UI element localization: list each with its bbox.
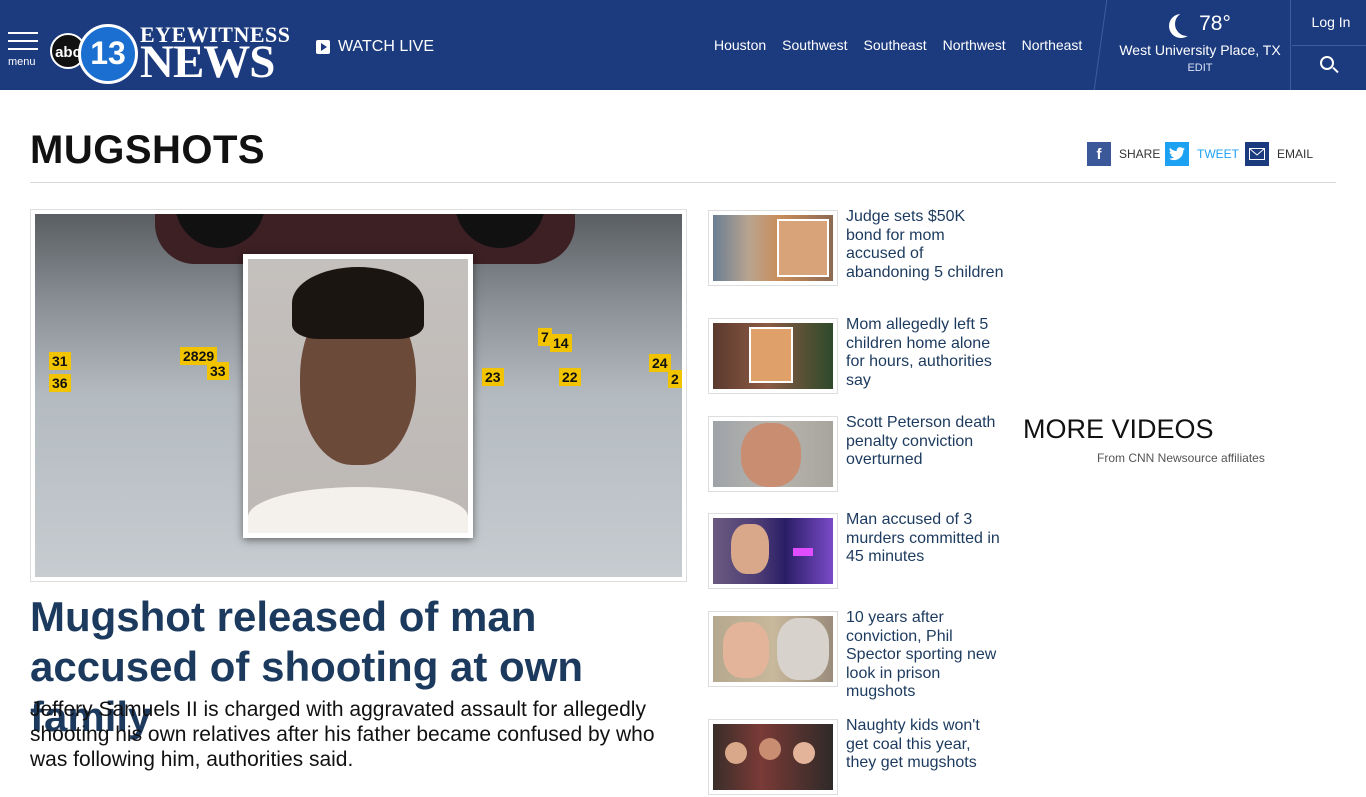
story-item[interactable]: Judge sets $50K bond for mom accused of …	[708, 208, 1008, 288]
car-wheel	[455, 214, 545, 248]
story-item[interactable]: Mom allegedly left 5 children home alone…	[708, 316, 1008, 396]
facebook-share-label: SHARE	[1119, 147, 1161, 161]
facebook-icon: f	[1087, 142, 1111, 166]
evidence-marker: 33	[207, 362, 229, 380]
abc13-logo[interactable]: abc 13 EYEWITNESS NEWS	[50, 18, 300, 88]
story-title: Scott Peterson death penalty conviction …	[846, 414, 996, 468]
story-item[interactable]: 10 years after conviction, Phil Spector …	[708, 609, 1008, 700]
car-wheel	[175, 214, 265, 248]
story-title: Mom allegedly left 5 children home alone…	[846, 316, 992, 389]
suspect-mugshot	[243, 254, 473, 538]
hamburger-icon	[8, 32, 38, 34]
hero-image-link[interactable]: 31 36 2829 33 7 14 23 22 24 2	[30, 209, 687, 582]
email-icon	[1245, 142, 1269, 166]
play-icon	[316, 40, 330, 54]
menu-label: menu	[8, 56, 36, 68]
evidence-marker: 14	[550, 334, 572, 352]
story-thumbnail	[708, 210, 838, 286]
story-thumbnail	[708, 611, 838, 687]
evidence-marker: 31	[49, 352, 71, 370]
mugshot-shirt	[248, 487, 468, 533]
hamburger-icon-bar	[8, 40, 38, 42]
more-videos-subtitle: From CNN Newsource affiliates	[1097, 451, 1265, 465]
search-icon-handle	[1332, 66, 1339, 74]
hamburger-icon-bar	[8, 48, 38, 50]
story-thumbnail	[708, 416, 838, 492]
twitter-share-button[interactable]: TWEET	[1165, 142, 1239, 166]
evidence-marker: 2	[668, 370, 682, 388]
weather-location: West University Place, TX	[1119, 42, 1281, 58]
email-share-button[interactable]: EMAIL	[1245, 142, 1313, 166]
temperature: 78°	[1199, 12, 1231, 35]
evidence-marker: 36	[49, 374, 71, 392]
story-item[interactable]: Man accused of 3 murders committed in 45…	[708, 511, 1008, 591]
facebook-share-button[interactable]: f SHARE	[1087, 142, 1160, 166]
weather-widget[interactable]: 78° West University Place, TX EDIT	[1110, 8, 1290, 74]
page-title: MUGSHOTS	[30, 128, 266, 172]
twitter-share-label: TWEET	[1197, 147, 1239, 161]
evidence-marker: 23	[482, 368, 504, 386]
hero-image: 31 36 2829 33 7 14 23 22 24 2	[35, 214, 682, 577]
story-item[interactable]: Naughty kids won't get coal this year, t…	[708, 717, 1008, 797]
story-title: Judge sets $50K bond for mom accused of …	[846, 208, 1004, 281]
story-title: 10 years after conviction, Phil Spector …	[846, 609, 997, 700]
weather-edit-link[interactable]: EDIT	[1110, 62, 1290, 74]
region-northeast[interactable]: Northeast	[1014, 37, 1091, 53]
menu-button[interactable]: menu	[8, 32, 42, 76]
login-link[interactable]: Log In	[1298, 14, 1364, 30]
region-houston[interactable]: Houston	[706, 37, 774, 53]
region-southeast[interactable]: Southeast	[856, 37, 935, 53]
divider	[30, 182, 1336, 183]
logo-news: NEWS	[140, 36, 275, 88]
hero-description: Jeffery Samuels II is charged with aggra…	[30, 698, 655, 771]
email-share-label: EMAIL	[1277, 147, 1314, 161]
mugshot-hair	[292, 267, 424, 339]
story-thumbnail	[708, 719, 838, 795]
region-northwest[interactable]: Northwest	[935, 37, 1014, 53]
region-nav: Houston Southwest Southeast Northwest No…	[706, 37, 1090, 53]
watch-live-link[interactable]: WATCH LIVE	[316, 38, 434, 56]
more-videos-heading: MORE VIDEOS	[1023, 414, 1214, 444]
story-item[interactable]: Scott Peterson death penalty conviction …	[708, 414, 1008, 494]
story-thumbnail	[708, 318, 838, 394]
evidence-marker: 22	[559, 368, 581, 386]
watch-live-label: WATCH LIVE	[338, 38, 435, 55]
story-title: Man accused of 3 murders committed in 45…	[846, 511, 1000, 565]
search-icon[interactable]	[1320, 56, 1340, 76]
twitter-icon	[1165, 142, 1189, 166]
divider	[1292, 45, 1366, 46]
channel-number: 13	[78, 24, 138, 84]
moon-icon	[1175, 12, 1199, 36]
story-thumbnail	[708, 513, 838, 589]
region-southwest[interactable]: Southwest	[774, 37, 855, 53]
story-title: Naughty kids won't get coal this year, t…	[846, 717, 980, 771]
site-header: menu abc 13 EYEWITNESS NEWS WATCH LIVE H…	[0, 0, 1366, 90]
